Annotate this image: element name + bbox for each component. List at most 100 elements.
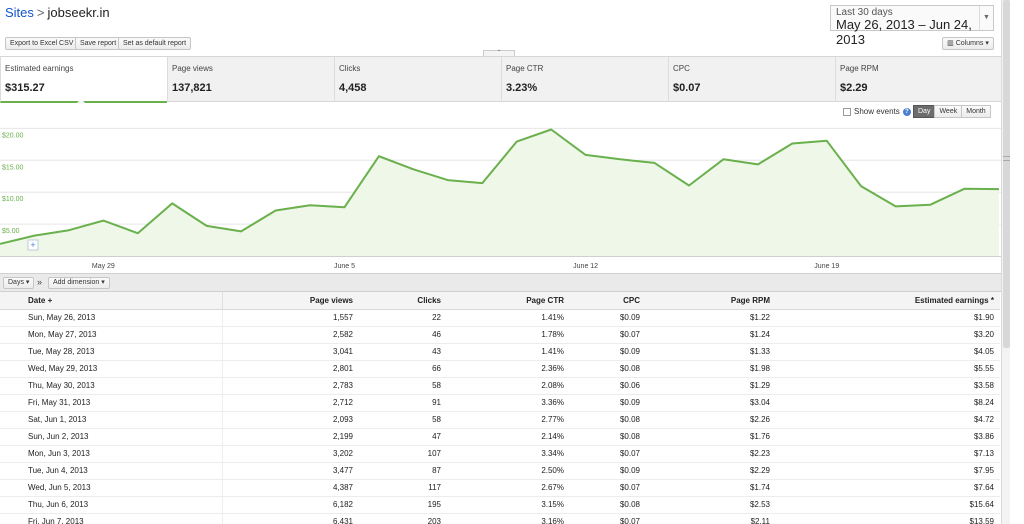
metric-tab-clicks[interactable]: Clicks 4,458: [334, 57, 501, 102]
cell-page-views: 2,093: [221, 411, 359, 429]
cell-estimated-earnings: $4.72: [776, 411, 1000, 429]
cell-page-ctr: 3.15%: [447, 496, 570, 514]
cell-page-rpm: $2.23: [646, 445, 776, 463]
cell-estimated-earnings: $3.58: [776, 377, 1000, 395]
chevron-down-icon: ▾: [101, 279, 105, 286]
cell-page-ctr: 2.50%: [447, 462, 570, 480]
cell-page-ctr: 2.36%: [447, 360, 570, 378]
cell-page-ctr: 2.77%: [447, 411, 570, 429]
metric-label: Page RPM: [840, 64, 879, 73]
cell-page-ctr: 3.16%: [447, 513, 570, 524]
days-dimension-button[interactable]: Days ▾: [3, 277, 35, 289]
table-row: Mon, May 27, 2013 2,582 46 1.78% $0.07 $1.24 $…: [0, 326, 1000, 344]
cell-page-ctr: 2.14%: [447, 428, 570, 446]
x-tick-label: June 5: [334, 263, 355, 270]
granularity-week-button[interactable]: Week: [934, 105, 963, 118]
cell-estimated-earnings: $3.86: [776, 428, 1000, 446]
show-events-checkbox[interactable]: [843, 107, 851, 116]
metric-tab-page-views[interactable]: Page views 137,821: [167, 57, 334, 102]
metric-label: Page CTR: [506, 64, 544, 73]
cell-date: Thu, Jun 6, 2013: [0, 496, 222, 514]
column-header-page-views[interactable]: Page views: [221, 292, 359, 310]
table-row: Thu, Jun 6, 2013 6,182 195 3.15% $0.08 $2.53 $…: [0, 496, 1000, 514]
metric-label: Page views: [172, 64, 213, 73]
cell-cpc: $0.08: [570, 428, 646, 446]
metric-tab-estimated-earnings[interactable]: Estimated earnings $315.27: [0, 57, 167, 103]
chevron-down-icon[interactable]: ▼: [979, 6, 993, 30]
metric-label: Clicks: [339, 64, 361, 73]
cell-clicks: 107: [359, 445, 447, 463]
chevron-down-icon: ▾: [985, 40, 989, 47]
cell-page-rpm: $2.29: [646, 462, 776, 480]
help-icon[interactable]: ?: [902, 107, 911, 116]
cell-estimated-earnings: $7.13: [776, 445, 1000, 463]
breadcrumb-site-name: jobseekr.in: [47, 5, 110, 20]
earnings-area-fill: [0, 129, 999, 256]
cell-date: Sun, May 26, 2013: [0, 309, 222, 327]
cell-estimated-earnings: $7.95: [776, 462, 1000, 480]
cell-page-views: 6,182: [221, 496, 359, 514]
table-header-row: Date + Page views Clicks Page CTR CPC Pa…: [0, 292, 1000, 310]
save-report-button[interactable]: Save report: [75, 37, 122, 50]
cell-page-rpm: $1.74: [646, 479, 776, 497]
metric-value: 137,821: [172, 82, 212, 94]
cell-cpc: $0.08: [570, 411, 646, 429]
cell-cpc: $0.09: [570, 394, 646, 412]
metric-label: Estimated earnings: [5, 64, 74, 73]
cell-estimated-earnings: $8.24: [776, 394, 1000, 412]
days-label: Days: [8, 279, 24, 286]
cell-cpc: $0.08: [570, 496, 646, 514]
cell-page-ctr: 1.78%: [447, 326, 570, 344]
cell-clicks: 58: [359, 377, 447, 395]
granularity-month-button[interactable]: Month: [961, 105, 991, 118]
cell-date: Thu, May 30, 2013: [0, 377, 222, 395]
plus-icon: +: [30, 240, 35, 250]
metric-tab-page-rpm[interactable]: Page RPM $2.29: [835, 57, 1002, 102]
cell-clicks: 117: [359, 479, 447, 497]
cell-date: Wed, Jun 5, 2013: [0, 479, 222, 497]
column-header-page-ctr[interactable]: Page CTR: [447, 292, 570, 310]
column-header-page-rpm[interactable]: Page RPM: [646, 292, 776, 310]
cell-page-views: 3,202: [221, 445, 359, 463]
columns-button[interactable]: ▥ Columns ▾: [942, 37, 994, 50]
metric-value: $315.27: [5, 82, 45, 94]
cell-page-rpm: $2.26: [646, 411, 776, 429]
add-dimension-button[interactable]: Add dimension ▾: [48, 277, 110, 289]
cell-page-views: 1,557: [221, 309, 359, 327]
cell-page-rpm: $1.98: [646, 360, 776, 378]
columns-label: Columns: [955, 40, 984, 47]
cell-page-rpm: $2.53: [646, 496, 776, 514]
table-row: Thu, May 30, 2013 2,783 58 2.08% $0.06 $1.29 $…: [0, 377, 1000, 395]
date-range-picker[interactable]: Last 30 days May 26, 2013 – Jun 24, 2013…: [830, 5, 994, 47]
metric-tab-cpc[interactable]: CPC $0.07: [668, 57, 835, 102]
table-row: Sun, May 26, 2013 1,557 22 1.41% $0.09 $1.22 $…: [0, 309, 1000, 327]
cell-page-views: 2,582: [221, 326, 359, 344]
cell-page-rpm: $3.04: [646, 394, 776, 412]
breadcrumb-sites-link[interactable]: Sites: [5, 5, 34, 20]
table-row: Mon, Jun 3, 2013 3,202 107 3.34% $0.07 $2.23 $…: [0, 445, 1000, 463]
breadcrumb: Sites > jobseekr.in: [5, 5, 110, 20]
metric-tabs: Estimated earnings $315.27 Page views 13…: [0, 56, 1002, 103]
y-tick-label: $15.00: [2, 164, 24, 171]
cell-clicks: 66: [359, 360, 447, 378]
scrollbar-thumb[interactable]: [1003, 0, 1010, 348]
cell-page-rpm: $2.11: [646, 513, 776, 524]
y-tick-label: $5.00: [2, 228, 20, 235]
cell-estimated-earnings: $15.64: [776, 496, 1000, 514]
vertical-scrollbar[interactable]: [1001, 0, 1010, 524]
scrollbar-grip-icon: [1003, 156, 1010, 161]
cell-estimated-earnings: $7.64: [776, 479, 1000, 497]
column-header-clicks[interactable]: Clicks: [359, 292, 447, 310]
set-default-report-button[interactable]: Set as default report: [118, 37, 192, 50]
column-header-estimated-earnings[interactable]: Estimated earnings *: [776, 292, 1000, 310]
cell-page-ctr: 1.41%: [447, 343, 570, 361]
granularity-day-button[interactable]: Day: [913, 105, 936, 118]
column-header-cpc[interactable]: CPC: [570, 292, 646, 310]
show-events-control[interactable]: Show events ?: [843, 107, 911, 116]
metric-tab-page-ctr[interactable]: Page CTR 3.23%: [501, 57, 668, 102]
export-csv-button[interactable]: Export to Excel CSV: [5, 37, 79, 50]
cell-page-ctr: 2.08%: [447, 377, 570, 395]
table-body: Sun, May 26, 2013 1,557 22 1.41% $0.09 $1.22 $…: [0, 309, 1000, 524]
cell-page-views: 2,199: [221, 428, 359, 446]
column-header-date[interactable]: Date +: [0, 292, 222, 310]
